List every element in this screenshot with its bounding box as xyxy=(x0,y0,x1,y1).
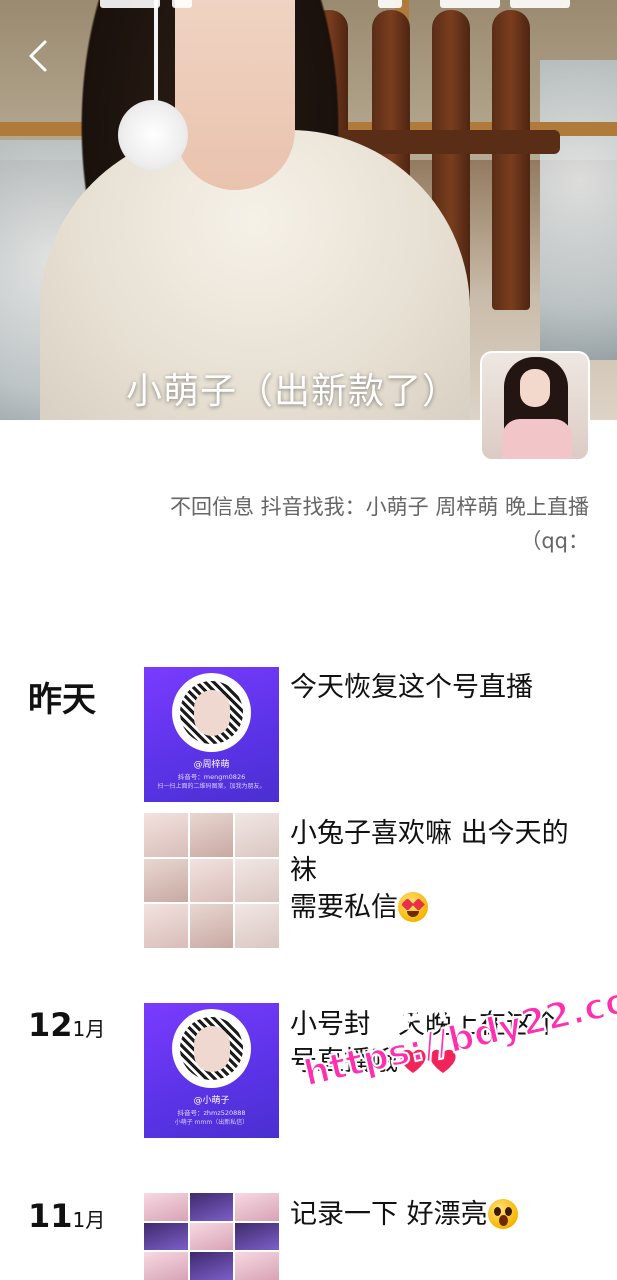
qr-ring xyxy=(172,673,251,752)
cover-pompom xyxy=(118,100,188,170)
cover-tree xyxy=(540,60,617,360)
post-text-line: 袜 xyxy=(290,855,317,886)
post-text[interactable]: 小兔子喜欢嘛 出今天的 袜 需要私信 xyxy=(290,815,590,926)
post-text-line-content: 需要私信 xyxy=(290,892,398,923)
emoji-mouth xyxy=(407,911,419,917)
qr-note: 扫一扫上面的二维码图案，加我为朋友。 xyxy=(157,783,266,790)
qr-ring xyxy=(172,1009,251,1088)
date-day: 12 xyxy=(28,1006,73,1044)
cover-person-skin xyxy=(175,0,295,190)
qr-id: 抖音号：mengm0826 xyxy=(177,773,246,781)
chevron-left-icon[interactable] xyxy=(20,36,60,76)
grid-photo xyxy=(235,1193,279,1221)
grid-photo xyxy=(189,813,234,857)
date-label: 昨天 xyxy=(28,680,96,720)
date-label: 121月 xyxy=(28,1006,105,1044)
signal-icon xyxy=(440,0,500,8)
qr-name: @周梓萌 xyxy=(193,760,230,770)
qr-avatar xyxy=(194,1026,230,1072)
post-text[interactable]: 今天恢复这个号直播 xyxy=(290,669,590,706)
qr-name: @小萌子 xyxy=(193,1096,230,1106)
grid-photo xyxy=(144,904,188,948)
grid-photo xyxy=(235,813,279,857)
grid-photo xyxy=(235,1252,279,1280)
grid-photo xyxy=(144,858,188,903)
grid-photo xyxy=(189,1252,234,1280)
qr-note: 小萌子 mmm（出新私信） xyxy=(174,1119,249,1126)
profile-signature: 不回信息 抖音找我：小萌子 周梓萌 晚上直播（qq： xyxy=(169,495,589,553)
cover-chair xyxy=(492,10,530,310)
grid-photo xyxy=(235,858,279,903)
emoji-mouth xyxy=(498,1215,508,1226)
grid-photo xyxy=(144,813,188,857)
emoji-eye xyxy=(493,1207,501,1216)
page-title: 小萌子（出新款了） xyxy=(126,371,460,412)
date-label: 111月 xyxy=(28,1197,105,1235)
astonished-emoji xyxy=(487,1199,518,1229)
post-text-content: 记录一下 好漂亮 xyxy=(290,1199,488,1230)
post-text-line: 小兔子喜欢嘛 出今天的 xyxy=(290,818,569,849)
grid-photo xyxy=(189,858,234,903)
grid-photo xyxy=(144,1252,188,1280)
grid-photo xyxy=(189,904,234,948)
status-icon xyxy=(172,0,192,8)
post-image-qr-card[interactable]: @周梓萌 抖音号：mengm0826 扫一扫上面的二维码图案，加我为朋友。 xyxy=(144,667,279,802)
post-image-qr-card[interactable]: @小萌子 抖音号：zhmz520888 小萌子 mmm（出新私信） xyxy=(144,1003,279,1138)
qr-id: 抖音号：zhmz520888 xyxy=(177,1109,246,1117)
status-time xyxy=(100,0,160,8)
grid-photo xyxy=(235,1222,279,1251)
heart-eyes-emoji xyxy=(398,892,428,922)
grid-photo xyxy=(189,1193,234,1221)
grid-photo xyxy=(235,904,279,948)
status-icon xyxy=(378,0,402,8)
date-month: 1月 xyxy=(72,1208,106,1232)
status-bar xyxy=(0,0,617,14)
grid-photo xyxy=(144,1222,188,1251)
emoji-eye xyxy=(504,1207,512,1216)
date-day: 11 xyxy=(28,1197,73,1235)
date-month: 1月 xyxy=(72,1017,106,1041)
cover-pompom-string xyxy=(154,0,158,105)
qr-avatar xyxy=(194,690,230,736)
avatar-outfit xyxy=(502,419,572,459)
post-text-content: 今天恢复这个号直播 xyxy=(290,672,533,703)
grid-photo xyxy=(144,1193,188,1221)
battery-icon xyxy=(510,0,570,8)
avatar[interactable] xyxy=(480,351,590,461)
heart-eye xyxy=(412,898,425,911)
post-text[interactable]: 记录一下 好漂亮 xyxy=(290,1196,590,1233)
post-image-grid[interactable] xyxy=(144,813,279,948)
post-text-line: 需要私信 xyxy=(290,889,590,926)
grid-photo xyxy=(189,1222,234,1251)
avatar-face xyxy=(520,369,550,407)
post-image-grid[interactable] xyxy=(144,1193,279,1280)
